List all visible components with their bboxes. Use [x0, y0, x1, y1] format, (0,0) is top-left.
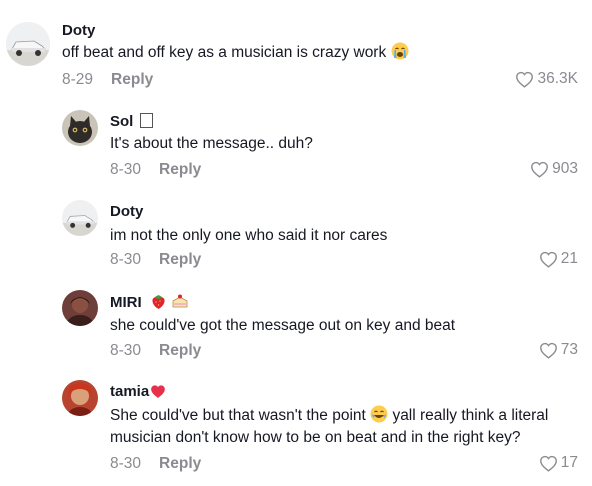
- heart-icon: [149, 384, 167, 403]
- reply-button[interactable]: Reply: [159, 161, 201, 178]
- heart-outline-icon: [539, 251, 557, 268]
- heart-outline-icon: [516, 71, 534, 88]
- like-count: 903: [552, 160, 578, 177]
- comment-meta: 8-30 Reply: [110, 251, 201, 269]
- like-button[interactable]: 903: [530, 160, 578, 178]
- comment-meta: 8-30 Reply: [110, 161, 201, 179]
- like-button[interactable]: 17: [539, 454, 578, 472]
- author-name: MIRI: [110, 294, 142, 311]
- comment-author[interactable]: MIRI: [110, 293, 189, 314]
- reply-button[interactable]: Reply: [159, 455, 201, 472]
- like-button[interactable]: 21: [539, 250, 578, 268]
- like-count: 36.3K: [537, 70, 578, 87]
- like-button[interactable]: 36.3K: [515, 70, 578, 88]
- comment-date: 8-29: [62, 71, 94, 88]
- comment-author[interactable]: Sol: [110, 113, 153, 130]
- comment-date: 8-30: [110, 342, 142, 359]
- crying-face-icon: [391, 42, 409, 67]
- comment-date: 8-30: [110, 161, 142, 178]
- comment-text: im not the only one who said it nor care…: [110, 227, 388, 244]
- comment-text-line: off beat and off key as a musician is cr…: [62, 44, 387, 61]
- like-count: 21: [560, 250, 578, 267]
- comment-author[interactable]: Doty: [110, 203, 143, 220]
- heart-outline-icon: [539, 455, 557, 472]
- comment-author[interactable]: tamia: [110, 383, 167, 403]
- comment-text: off beat and off key as a musician is cr…: [62, 42, 409, 67]
- avatar[interactable]: [62, 380, 98, 416]
- comment-text: It's about the message.. duh?: [110, 135, 313, 152]
- comment-meta: 8-30 Reply: [110, 342, 201, 360]
- comment-text: she could've got the message out on key …: [110, 317, 456, 334]
- comment-date: 8-30: [110, 455, 142, 472]
- planet-icon: [139, 113, 153, 128]
- reply-button[interactable]: Reply: [159, 342, 201, 359]
- cake-icon: [171, 293, 189, 314]
- comment-author[interactable]: Doty: [62, 22, 95, 39]
- author-name: Sol: [110, 113, 134, 130]
- like-count: 73: [560, 341, 578, 358]
- avatar[interactable]: [6, 22, 50, 66]
- heart-outline-icon: [539, 342, 557, 359]
- comment-text-line: She could've but that wasn't the point: [110, 407, 366, 424]
- author-name: tamia: [110, 383, 150, 400]
- comment-date: 8-30: [110, 251, 142, 268]
- heart-outline-icon: [531, 161, 549, 178]
- avatar[interactable]: [62, 200, 98, 236]
- comment-text-line: yall really think a literal: [392, 407, 549, 424]
- car-avatar-icon: [62, 200, 98, 236]
- person-avatar-icon: [62, 290, 98, 326]
- cat-avatar-icon: [62, 110, 98, 146]
- comment-meta: 8-29 Reply: [62, 71, 153, 89]
- avatar[interactable]: [62, 290, 98, 326]
- strawberry-icon: [150, 293, 167, 314]
- comment-text: musician don't know how to be on beat an…: [110, 429, 521, 446]
- avatar[interactable]: [62, 110, 98, 146]
- person-red-avatar-icon: [62, 380, 98, 416]
- like-button[interactable]: 73: [539, 341, 578, 359]
- reply-button[interactable]: Reply: [111, 71, 153, 88]
- car-avatar-icon: [6, 22, 50, 66]
- like-count: 17: [560, 454, 578, 471]
- reply-button[interactable]: Reply: [159, 251, 201, 268]
- comment-meta: 8-30 Reply: [110, 455, 201, 473]
